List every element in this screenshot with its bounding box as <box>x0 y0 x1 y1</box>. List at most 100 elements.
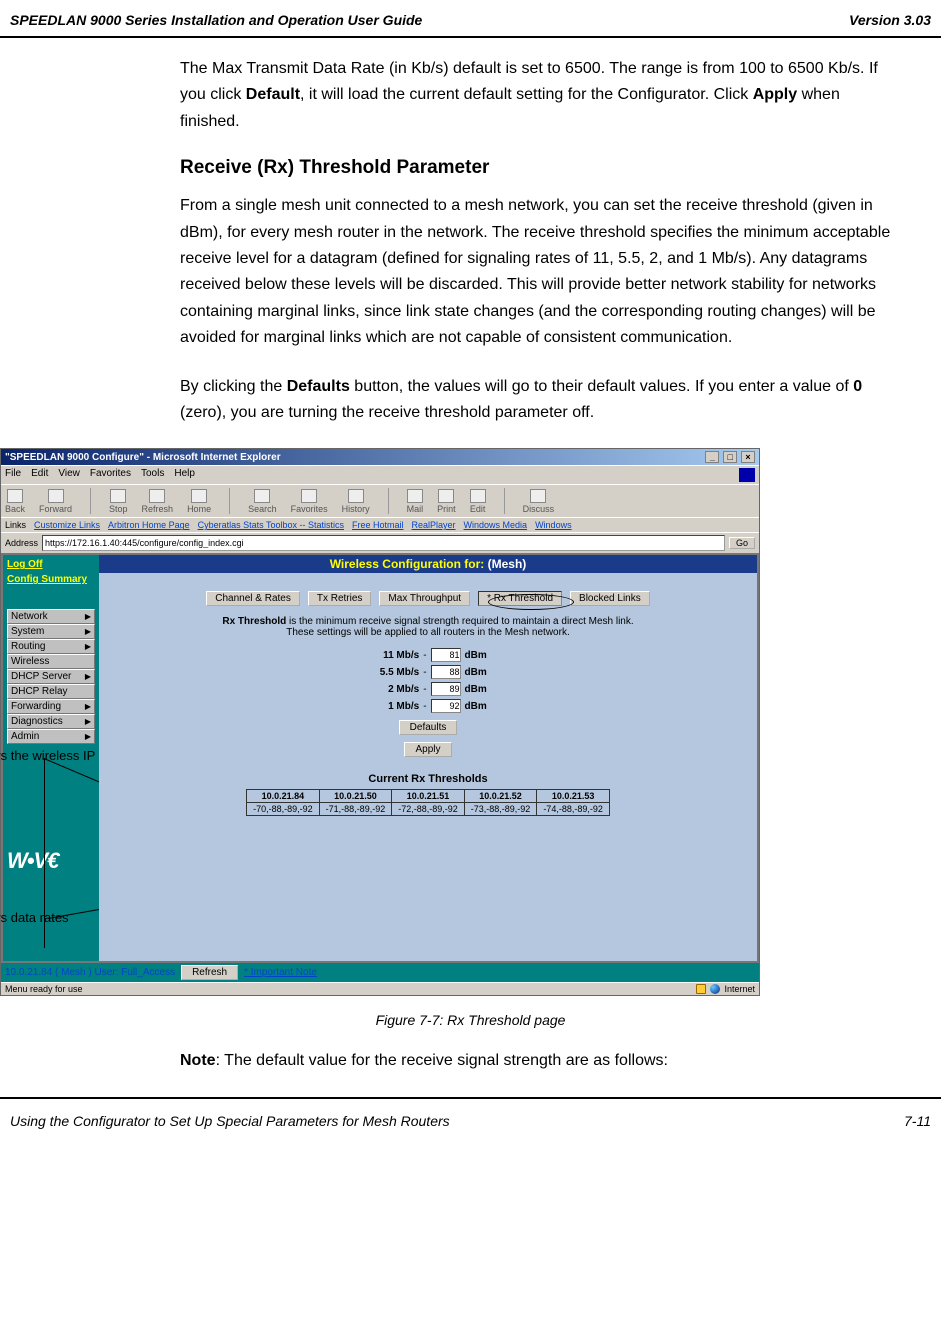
discuss-button[interactable]: Discuss <box>523 489 555 514</box>
th-ip: 10.0.21.50 <box>319 790 392 803</box>
td-rates: -70,-88,-89,-92 <box>247 803 320 816</box>
link-windows-media[interactable]: Windows Media <box>464 520 528 530</box>
status-left: Menu ready for use <box>5 984 83 994</box>
neg-sign: - <box>423 701 426 712</box>
toolbar-sep <box>90 488 91 514</box>
menu-tools[interactable]: Tools <box>141 468 164 482</box>
address-input[interactable] <box>42 535 725 551</box>
defaults-button[interactable]: Defaults <box>399 720 458 735</box>
sidebar-item-admin[interactable]: Admin▶ <box>7 729 95 744</box>
discuss-label: Discuss <box>523 504 555 514</box>
td-rates: -71,-88,-89,-92 <box>319 803 392 816</box>
paragraph-3: By clicking the Defaults button, the val… <box>180 374 901 427</box>
neg-sign: - <box>423 667 426 678</box>
menu-help[interactable]: Help <box>174 468 195 482</box>
vendor-logo: W•V€ <box>3 844 99 878</box>
ie-logo-icon <box>739 468 755 482</box>
favorites-button[interactable]: Favorites <box>291 489 328 514</box>
close-icon[interactable]: × <box>741 451 755 463</box>
browser-toolbar: Back Forward Stop Refresh Home Search Fa… <box>1 484 759 517</box>
important-note-link[interactable]: * Important Note <box>244 967 317 978</box>
mail-icon <box>407 489 423 503</box>
p1b-default: Default <box>246 86 300 103</box>
chevron-right-icon: ▶ <box>85 627 91 636</box>
note-text: : The default value for the receive sign… <box>216 1052 668 1069</box>
link-customize[interactable]: Customize Links <box>34 520 100 530</box>
sidebar-label: Routing <box>11 641 45 652</box>
row-11mbs: 11 Mb/s-dBm <box>369 648 487 662</box>
history-icon <box>348 489 364 503</box>
footer-user: 10.0.21.84 ( Mesh ) User: Full_Access <box>5 967 175 978</box>
input-2mbs[interactable] <box>431 682 461 696</box>
menu-favorites[interactable]: Favorites <box>90 468 131 482</box>
neg-sign: - <box>423 650 426 661</box>
refresh-page-button[interactable]: Refresh <box>181 965 238 980</box>
apply-button[interactable]: Apply <box>404 742 451 757</box>
th-ip: 10.0.21.51 <box>392 790 465 803</box>
back-button[interactable]: Back <box>5 489 25 514</box>
sidebar-item-system[interactable]: System▶ <box>7 624 95 639</box>
sidebar-item-wireless[interactable]: Wireless <box>7 654 95 669</box>
sidebar-item-dhcp-server[interactable]: DHCP Server▶ <box>7 669 95 684</box>
sidebar-item-routing[interactable]: Routing▶ <box>7 639 95 654</box>
td-rates: -72,-88,-89,-92 <box>392 803 465 816</box>
minimize-icon[interactable]: _ <box>705 451 719 463</box>
globe-icon <box>710 984 720 994</box>
link-realplayer[interactable]: RealPlayer <box>412 520 456 530</box>
tab-blocked-links[interactable]: Blocked Links <box>570 591 650 606</box>
link-arbitron[interactable]: Arbitron Home Page <box>108 520 190 530</box>
mail-button[interactable]: Mail <box>407 489 424 514</box>
search-button[interactable]: Search <box>248 489 277 514</box>
browser-titlebar[interactable]: "SPEEDLAN 9000 Configure" - Microsoft In… <box>1 449 759 465</box>
menu-view[interactable]: View <box>58 468 80 482</box>
menu-edit[interactable]: Edit <box>31 468 48 482</box>
print-button[interactable]: Print <box>437 489 456 514</box>
chevron-right-icon: ▶ <box>85 672 91 681</box>
header-right: Version 3.03 <box>849 12 931 28</box>
sidebar-item-dhcp-relay[interactable]: DHCP Relay <box>7 684 95 699</box>
sidebar-item-network[interactable]: Network▶ <box>7 609 95 624</box>
link-windows[interactable]: Windows <box>535 520 572 530</box>
home-button[interactable]: Home <box>187 489 211 514</box>
menu-file[interactable]: File <box>5 468 21 482</box>
input-1mbs[interactable] <box>431 699 461 713</box>
links-label: Links <box>5 520 26 530</box>
tab-tx-retries[interactable]: Tx Retries <box>308 591 372 606</box>
link-hotmail[interactable]: Free Hotmail <box>352 520 404 530</box>
sidebar-config-summary[interactable]: Config Summary <box>3 572 99 587</box>
tab-channel-rates[interactable]: Channel & Rates <box>206 591 300 606</box>
go-button[interactable]: Go <box>729 537 755 549</box>
sidebar-item-diagnostics[interactable]: Diagnostics▶ <box>7 714 95 729</box>
sidebar-item-forwarding[interactable]: Forwarding▶ <box>7 699 95 714</box>
neg-sign: - <box>423 684 426 695</box>
stop-button[interactable]: Stop <box>109 489 128 514</box>
chevron-right-icon: ▶ <box>85 717 91 726</box>
app-footer: 10.0.21.84 ( Mesh ) User: Full_Access Re… <box>1 963 759 982</box>
rate-label: 1 Mb/s <box>369 701 419 712</box>
paragraph-1: The Max Transmit Data Rate (in Kb/s) def… <box>180 56 901 135</box>
refresh-button[interactable]: Refresh <box>142 489 174 514</box>
p1c: , it will load the current default setti… <box>300 86 753 103</box>
info-rest: is the minimum receive signal strength r… <box>286 616 633 627</box>
address-label: Address <box>5 538 38 548</box>
tab-max-throughput[interactable]: Max Throughput <box>379 591 470 606</box>
input-5-5mbs[interactable] <box>431 665 461 679</box>
table-data-row: -70,-88,-89,-92 -71,-88,-89,-92 -72,-88,… <box>247 803 610 816</box>
unit-label: dBm <box>465 684 487 695</box>
maximize-icon[interactable]: □ <box>723 451 737 463</box>
td-rates: -74,-88,-89,-92 <box>537 803 610 816</box>
p3b-defaults: Defaults <box>287 378 350 395</box>
browser-linksbar: Links Customize Links Arbitron Home Page… <box>1 517 759 532</box>
link-cyberatlas[interactable]: Cyberatlas Stats Toolbox -- Statistics <box>198 520 344 530</box>
edit-button[interactable]: Edit <box>470 489 486 514</box>
input-11mbs[interactable] <box>431 648 461 662</box>
header-left: SPEEDLAN 9000 Series Installation and Op… <box>10 12 422 28</box>
sidebar-logoff[interactable]: Log Off <box>3 557 99 572</box>
config-header: Wireless Configuration for: (Mesh) <box>99 555 757 573</box>
forward-button[interactable]: Forward <box>39 489 72 514</box>
toolbar-sep2 <box>229 488 230 514</box>
history-button[interactable]: History <box>342 489 370 514</box>
favorites-icon <box>301 489 317 503</box>
home-icon <box>191 489 207 503</box>
info-bold: Rx Threshold <box>222 616 286 627</box>
